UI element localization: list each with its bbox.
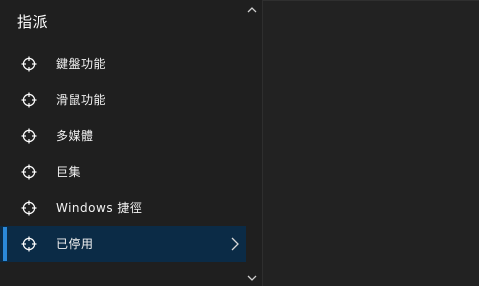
menu-item-label: 巨集: [56, 165, 82, 179]
menu-item-label: 鍵盤功能: [56, 57, 107, 71]
assignment-menu: 鍵盤功能 滑鼠功能 多媒體 巨集 Windows 捷徑 已停用: [0, 46, 246, 262]
top-divider: [263, 0, 479, 1]
scroll-up-button[interactable]: [244, 2, 260, 16]
menu-item-windows-shortcuts[interactable]: Windows 捷徑: [0, 190, 246, 226]
menu-item-label: 已停用: [56, 237, 94, 251]
assignment-panel: 指派 鍵盤功能 滑鼠功能 多媒體 巨集 Windows 捷徑 已停用: [0, 0, 262, 286]
menu-item-keyboard-functions[interactable]: 鍵盤功能: [0, 46, 246, 82]
scroll-down-button[interactable]: [244, 271, 260, 285]
chevron-right-icon: [231, 237, 239, 251]
selection-accent-bar: [3, 227, 7, 261]
chevron-down-icon: [247, 275, 257, 281]
crosshair-icon: [21, 92, 37, 108]
menu-item-disabled[interactable]: 已停用: [0, 226, 246, 262]
crosshair-icon: [21, 236, 37, 252]
crosshair-icon: [21, 128, 37, 144]
panel-title: 指派: [17, 13, 49, 31]
menu-item-label: Windows 捷徑: [56, 201, 143, 215]
menu-item-multimedia[interactable]: 多媒體: [0, 118, 246, 154]
menu-item-macros[interactable]: 巨集: [0, 154, 246, 190]
crosshair-icon: [21, 200, 37, 216]
crosshair-icon: [21, 164, 37, 180]
content-area: [263, 0, 479, 286]
menu-item-label: 多媒體: [56, 129, 94, 143]
crosshair-icon: [21, 56, 37, 72]
menu-item-mouse-functions[interactable]: 滑鼠功能: [0, 82, 246, 118]
chevron-up-icon: [247, 6, 257, 12]
menu-item-label: 滑鼠功能: [56, 93, 107, 107]
assignment-flyout: 指派 鍵盤功能 滑鼠功能 多媒體 巨集 Windows 捷徑 已停用: [0, 0, 479, 286]
